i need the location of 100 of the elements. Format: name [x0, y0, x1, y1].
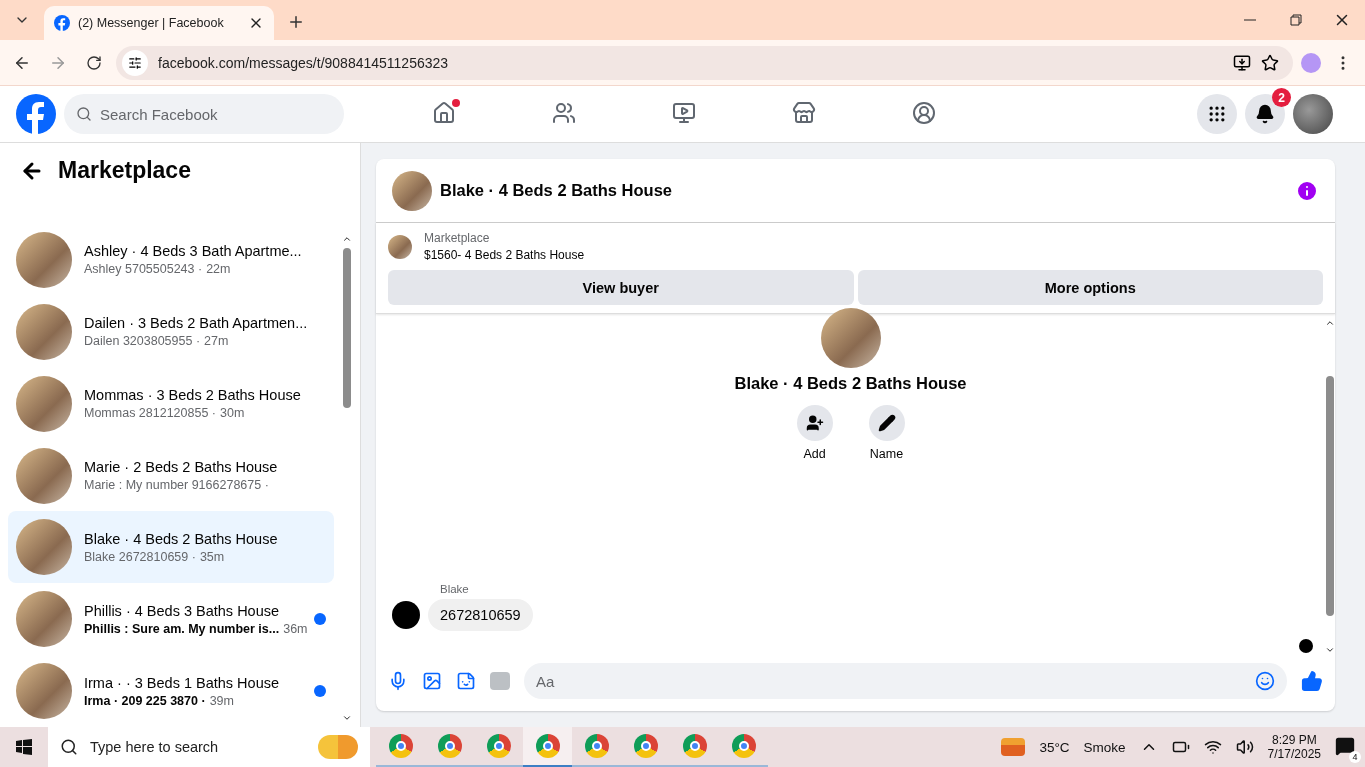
conversation-item[interactable]: Dailen · 3 Beds 2 Bath Apartmen... Dailen 3203805955 · 27m [8, 295, 334, 368]
sticker-icon[interactable] [456, 671, 476, 691]
name-button[interactable] [868, 405, 905, 441]
home-icon [432, 100, 456, 125]
profile-avatar[interactable] [1293, 94, 1333, 134]
conversation-title: Blake · 4 Beds 2 Baths House [84, 530, 279, 547]
message-preview: Phillis : Sure am. My number is... [84, 621, 280, 636]
marketplace-icon [792, 100, 816, 125]
conversation-item[interactable]: Irma · · 3 Beds 1 Baths House Irma · 209 225 3870 · 39m [8, 655, 334, 727]
taskbar-search-field[interactable]: Type here to search [48, 727, 370, 767]
search-field[interactable]: Search Facebook [64, 94, 344, 134]
add-button[interactable] [796, 405, 833, 441]
video-icon [672, 100, 696, 125]
conversation-item[interactable]: Marie · 2 Beds 2 Baths House Marie : My number 9166278675 · [8, 439, 334, 512]
listing-label: Marketplace [424, 231, 491, 245]
browser-icon [682, 734, 707, 758]
message-preview: Blake 2672810659 · [84, 549, 196, 564]
scrollbar-thumb[interactable] [1326, 376, 1334, 616]
site-settings-button[interactable] [122, 49, 148, 76]
restore-icon[interactable] [1290, 14, 1302, 26]
browser-icon [535, 734, 560, 758]
search-icon [76, 106, 92, 122]
clock-time: 8:29 PM [1271, 733, 1317, 747]
action-label: Name [869, 447, 904, 461]
conversation-title: Marie · 2 Beds 2 Baths House [84, 459, 279, 475]
conversation-title: Dailen · 3 Beds 2 Bath Apartmen... [84, 315, 309, 332]
message-time: 36m [283, 621, 308, 636]
search-icon [60, 738, 78, 756]
message-preview: Dailen 3203805955 · [84, 334, 201, 349]
new-tab-icon[interactable] [287, 13, 305, 31]
conversation-title: Mommas · 3 Beds 2 Baths House [84, 387, 302, 404]
tab-title: (2) Messenger | Facebook [78, 16, 225, 30]
taskbar-app[interactable] [523, 727, 572, 767]
facebook-logo[interactable] [16, 94, 56, 134]
profile-name: Blake · 4 Beds 2 Baths House [734, 374, 967, 393]
browser-icon [584, 734, 609, 758]
install-icon[interactable] [1233, 53, 1251, 72]
photo-placeholder [392, 170, 432, 211]
notifications-button[interactable] [1245, 94, 1285, 134]
sidebar-title: Marketplace [58, 157, 191, 184]
message-preview: Mommas 2812120855 · [84, 406, 217, 421]
pencil-icon [877, 414, 896, 432]
scroll-up-icon[interactable] [1325, 318, 1335, 328]
add-person-icon [805, 414, 824, 432]
microphone-icon[interactable] [388, 671, 408, 691]
scroll-down-icon[interactable] [342, 713, 352, 723]
notification-center-icon[interactable] [1335, 735, 1355, 756]
weather-condition: Smoke [1083, 739, 1126, 755]
message-time: 35m [199, 549, 225, 564]
sliders-icon [128, 55, 142, 70]
browser-icon [437, 734, 462, 758]
chat-title: Blake · 4 Beds 2 Baths House [440, 181, 673, 200]
unread-dot [314, 685, 326, 698]
bookmark-star-icon[interactable] [1261, 53, 1279, 72]
action-button[interactable]: View buyer [388, 270, 854, 305]
bell-icon [1255, 104, 1275, 124]
groups-icon [912, 100, 936, 125]
scrollbar-thumb[interactable] [343, 248, 351, 408]
browser-icon [633, 734, 658, 758]
like-icon[interactable] [1301, 670, 1323, 692]
volume-icon[interactable] [1235, 738, 1254, 756]
conversation-title: Phillis · 4 Beds 3 Baths House [84, 602, 281, 619]
scroll-down-icon[interactable] [1325, 645, 1335, 655]
clock-date: 7/17/2025 [1267, 747, 1321, 761]
notification-badge: 2 [1272, 88, 1291, 107]
message-time: 39m [209, 693, 234, 708]
conversation-title: Ashley · 4 Beds 3 Bath Apartme... [84, 243, 303, 260]
facebook-icon [54, 15, 70, 31]
conversation-title: Irma · · 3 Beds 1 Baths House [84, 674, 281, 691]
conversation-item[interactable]: Phillis · 4 Beds 3 Baths House Phillis : Sure am. My number is... 36m [8, 583, 334, 656]
conversation-item[interactable]: Ashley · 4 Beds 3 Bath Apartme... Ashley 5705505243 · 22m [8, 224, 334, 296]
scroll-up-icon[interactable] [342, 234, 352, 244]
message-preview: Marie : My number 9166278675 · [84, 478, 269, 492]
image-icon[interactable] [422, 671, 442, 691]
menu-grid-button[interactable] [1197, 94, 1237, 134]
action-button[interactable]: More options [857, 270, 1323, 305]
message-input[interactable]: Aa [524, 663, 1287, 699]
browser-tab[interactable]: (2) Messenger | Facebook [44, 6, 274, 40]
message-time: 27m [204, 334, 229, 349]
address-bar[interactable]: facebook.com/messages/t/9088414511256323 [116, 45, 1293, 80]
conversation-item[interactable]: Blake · 4 Beds 2 Baths House Blake 2672810659 · 35m [8, 511, 334, 584]
browser-icon [388, 734, 413, 758]
message-time: 22m [206, 262, 231, 277]
conversation-item[interactable]: Mommas · 3 Beds 2 Baths House Mommas 2812120855 · 30m [8, 367, 334, 440]
reload-icon[interactable] [86, 54, 102, 71]
browser-icon [731, 734, 756, 758]
windows-start-icon[interactable] [16, 739, 32, 755]
grid-icon [1207, 104, 1227, 124]
action-label: Add [803, 447, 826, 461]
message-bubble: 2672810659 [428, 599, 533, 631]
photo-placeholder [388, 234, 412, 259]
friends-icon [552, 100, 576, 125]
unread-dot [314, 613, 326, 626]
network-icon[interactable] [1203, 738, 1222, 756]
message-time: 30m [220, 406, 245, 421]
browser-icon [486, 734, 511, 758]
notification-dot [452, 99, 460, 107]
temperature: 35°C [1039, 739, 1070, 755]
message-preview: Irma · 209 225 3870 · [84, 693, 206, 708]
listing-title: $1560- 4 Beds 2 Baths House [424, 248, 585, 262]
